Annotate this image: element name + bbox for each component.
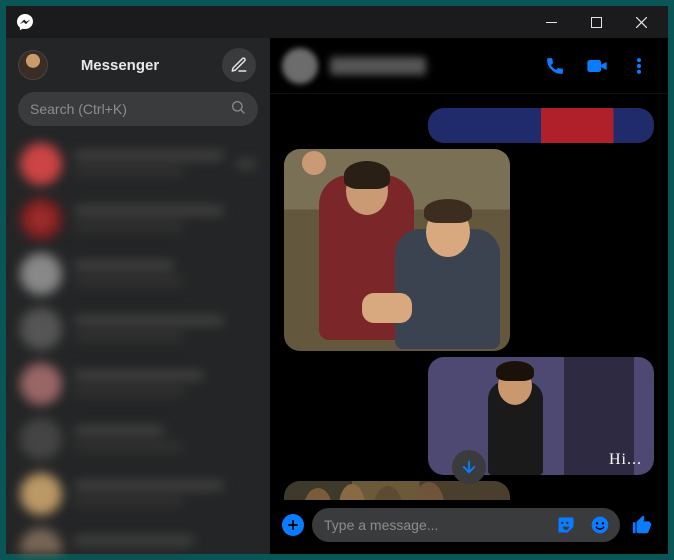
search-container [6, 92, 270, 136]
chat-list-item[interactable] [12, 466, 264, 521]
chat-list-item[interactable] [12, 246, 264, 301]
contact-name[interactable] [330, 57, 426, 75]
message-bubble[interactable] [284, 108, 654, 143]
scroll-to-bottom-button[interactable] [452, 450, 486, 484]
gif-attachment[interactable] [428, 108, 654, 143]
minimize-button[interactable] [529, 7, 574, 37]
conversation-header [270, 38, 668, 94]
messenger-logo-icon [16, 13, 34, 31]
message-composer [270, 500, 668, 554]
app-window: Messenger [6, 6, 668, 554]
sidebar: Messenger [6, 38, 270, 554]
message-list[interactable]: Hi... [270, 94, 668, 500]
chat-list[interactable] [6, 136, 270, 554]
gif-attachment[interactable] [284, 481, 510, 500]
search-input[interactable] [30, 101, 222, 117]
video-call-button[interactable] [580, 49, 614, 83]
chat-list-item[interactable] [12, 411, 264, 466]
app-title: Messenger [28, 57, 212, 74]
message-bubble[interactable] [284, 149, 654, 351]
search-icon [230, 99, 246, 120]
add-attachment-button[interactable] [282, 514, 304, 536]
search-field[interactable] [18, 92, 258, 126]
chat-list-item[interactable] [12, 356, 264, 411]
gif-caption: Hi... [609, 451, 642, 469]
contact-avatar[interactable] [282, 48, 318, 84]
voice-call-button[interactable] [538, 49, 572, 83]
like-button[interactable] [628, 511, 656, 539]
gif-attachment[interactable] [284, 149, 510, 351]
conversation-pane: Hi... [270, 38, 668, 554]
message-input[interactable] [324, 517, 546, 533]
conversation-info-button[interactable] [622, 49, 656, 83]
chat-list-item[interactable] [12, 521, 264, 554]
close-button[interactable] [619, 7, 664, 37]
chat-list-item[interactable] [12, 136, 264, 191]
sidebar-header: Messenger [6, 38, 270, 92]
main-content: Messenger [6, 38, 668, 554]
sticker-button[interactable] [552, 511, 580, 539]
titlebar [6, 6, 668, 38]
message-input-container[interactable] [312, 508, 620, 542]
emoji-button[interactable] [586, 511, 614, 539]
chat-list-item[interactable] [12, 191, 264, 246]
maximize-button[interactable] [574, 7, 619, 37]
compose-button[interactable] [222, 48, 256, 82]
chat-list-item[interactable] [12, 301, 264, 356]
